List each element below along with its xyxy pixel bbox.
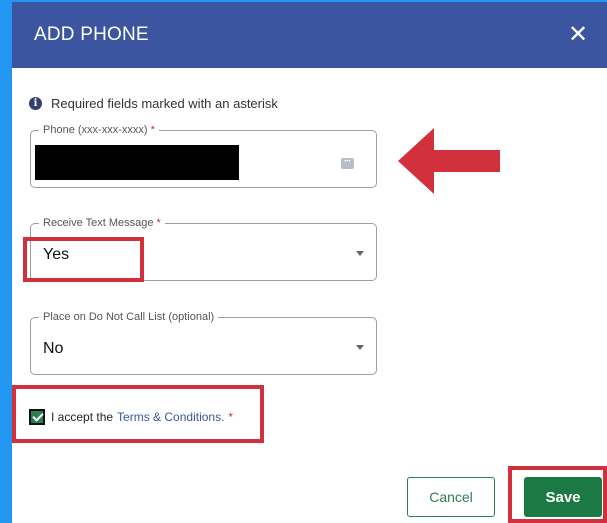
required-notice-text: Required fields marked with an asterisk bbox=[51, 95, 278, 111]
add-phone-dialog: ADD PHONE ✕ i Required fields marked wit… bbox=[12, 2, 607, 523]
password-manager-icon[interactable]: ••• bbox=[341, 158, 354, 169]
annotation-arrow-icon bbox=[398, 128, 500, 194]
terms-checkbox[interactable] bbox=[29, 409, 45, 425]
receive-text-message-value: Yes bbox=[43, 246, 70, 263]
phone-label-text: Phone (xxx-xxx-xxxx) bbox=[43, 124, 148, 136]
do-not-call-label-text: Place on Do Not Call List (optional) bbox=[43, 311, 215, 323]
do-not-call-select[interactable]: Place on Do Not Call List (optional) No bbox=[30, 310, 377, 375]
receive-text-message-select[interactable]: Receive Text Message * Yes bbox=[30, 216, 377, 281]
close-button[interactable]: ✕ bbox=[565, 20, 591, 50]
redacted-phone-value bbox=[35, 145, 239, 180]
required-mark: * bbox=[156, 217, 161, 229]
chevron-down-icon bbox=[356, 251, 364, 256]
do-not-call-label: Place on Do Not Call List (optional) bbox=[39, 310, 219, 324]
save-button[interactable]: Save bbox=[524, 477, 602, 517]
phone-field[interactable]: Phone (xxx-xxx-xxxx) * ••• bbox=[30, 123, 377, 188]
dialog-title: ADD PHONE bbox=[34, 24, 149, 45]
info-icon: i bbox=[29, 96, 42, 110]
cancel-button[interactable]: Cancel bbox=[407, 477, 495, 517]
terms-link[interactable]: Terms & Conditions. bbox=[117, 410, 224, 424]
terms-row: I accept the Terms & Conditions. * bbox=[29, 408, 233, 426]
receive-text-message-label: Receive Text Message * bbox=[39, 216, 165, 230]
background-frame-left bbox=[0, 0, 12, 523]
receive-text-label-text: Receive Text Message bbox=[43, 217, 154, 229]
chevron-down-icon bbox=[356, 345, 364, 350]
dialog-header: ADD PHONE ✕ bbox=[12, 2, 607, 68]
do-not-call-value: No bbox=[43, 340, 64, 357]
close-icon: ✕ bbox=[567, 21, 589, 48]
required-mark: * bbox=[228, 410, 234, 424]
required-mark: * bbox=[150, 124, 155, 136]
phone-field-label: Phone (xxx-xxx-xxxx) * bbox=[39, 123, 159, 137]
terms-prefix: I accept the bbox=[51, 410, 114, 424]
required-notice: i Required fields marked with an asteris… bbox=[29, 94, 278, 112]
